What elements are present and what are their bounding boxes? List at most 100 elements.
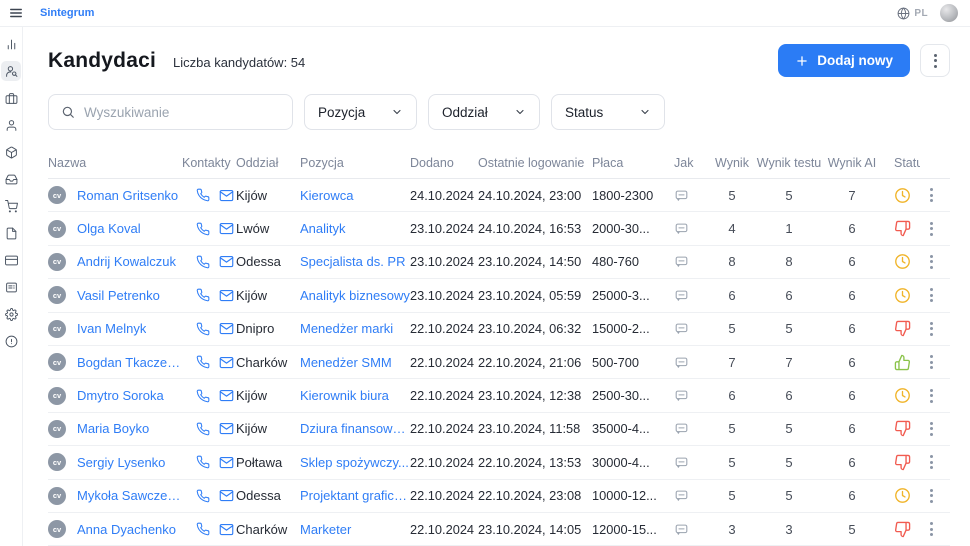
row-menu-button[interactable] bbox=[920, 255, 942, 269]
language-switcher[interactable]: PL bbox=[897, 7, 928, 20]
phone-icon[interactable] bbox=[196, 489, 210, 503]
position-link[interactable]: Sklep spożywczy... bbox=[300, 455, 410, 470]
sidebar-item-documents[interactable] bbox=[1, 223, 21, 243]
comment-icon[interactable] bbox=[674, 355, 689, 370]
cv-badge[interactable]: cv bbox=[48, 453, 66, 471]
sidebar-item-employees[interactable] bbox=[1, 115, 21, 135]
mail-icon[interactable] bbox=[219, 522, 234, 537]
mail-icon[interactable] bbox=[219, 221, 234, 236]
user-avatar[interactable] bbox=[940, 4, 958, 22]
sidebar-item-vacancies[interactable] bbox=[1, 88, 21, 108]
sidebar-item-inventory[interactable] bbox=[1, 142, 21, 162]
row-menu-button[interactable] bbox=[920, 422, 942, 436]
mail-icon[interactable] bbox=[219, 488, 234, 503]
status-filter-dropdown[interactable]: Status bbox=[551, 94, 665, 130]
cv-badge[interactable]: cv bbox=[48, 520, 66, 538]
cv-badge[interactable]: cv bbox=[48, 220, 66, 238]
phone-icon[interactable] bbox=[196, 188, 210, 202]
candidate-name-link[interactable]: Maria Boyko bbox=[77, 421, 149, 436]
approved-status-icon[interactable] bbox=[894, 354, 911, 371]
row-menu-button[interactable] bbox=[920, 222, 942, 236]
sidebar-item-settings[interactable] bbox=[1, 304, 21, 324]
hamburger-menu-icon[interactable] bbox=[6, 3, 26, 23]
phone-icon[interactable] bbox=[196, 522, 210, 536]
add-new-button[interactable]: Dodaj nowy bbox=[778, 44, 910, 77]
rejected-status-icon[interactable] bbox=[894, 220, 911, 237]
search-input[interactable] bbox=[84, 105, 280, 120]
comment-icon[interactable] bbox=[674, 221, 689, 236]
row-menu-button[interactable] bbox=[920, 389, 942, 403]
row-menu-button[interactable] bbox=[920, 188, 942, 202]
position-link[interactable]: Analityk bbox=[300, 221, 410, 236]
position-link[interactable]: Marketer bbox=[300, 522, 410, 537]
cv-badge[interactable]: cv bbox=[48, 320, 66, 338]
candidate-name-link[interactable]: Anna Dyachenko bbox=[77, 522, 176, 537]
mail-icon[interactable] bbox=[219, 421, 234, 436]
position-link[interactable]: Menedżer marki bbox=[300, 321, 410, 336]
position-link[interactable]: Specjalista ds. PR bbox=[300, 254, 410, 269]
row-menu-button[interactable] bbox=[920, 322, 942, 336]
mail-icon[interactable] bbox=[219, 388, 234, 403]
comment-icon[interactable] bbox=[674, 188, 689, 203]
position-link[interactable]: Projektant graficzny bbox=[300, 488, 410, 503]
phone-icon[interactable] bbox=[196, 288, 210, 302]
cv-badge[interactable]: cv bbox=[48, 353, 66, 371]
sidebar-item-statistics[interactable] bbox=[1, 34, 21, 54]
candidate-name-link[interactable]: Sergiy Lysenko bbox=[77, 455, 165, 470]
sidebar-item-reports[interactable] bbox=[1, 277, 21, 297]
position-link[interactable]: Menedżer SMM bbox=[300, 355, 410, 370]
phone-icon[interactable] bbox=[196, 255, 210, 269]
pending-status-icon[interactable] bbox=[894, 187, 911, 204]
pending-status-icon[interactable] bbox=[894, 487, 911, 504]
mail-icon[interactable] bbox=[219, 288, 234, 303]
phone-icon[interactable] bbox=[196, 455, 210, 469]
brand-logo[interactable]: Sintegrum bbox=[40, 7, 94, 19]
candidate-name-link[interactable]: Olga Koval bbox=[77, 221, 141, 236]
pending-status-icon[interactable] bbox=[894, 253, 911, 270]
sidebar-item-inbox[interactable] bbox=[1, 169, 21, 189]
position-link[interactable]: Analityk biznesowy bbox=[300, 288, 410, 303]
mail-icon[interactable] bbox=[219, 355, 234, 370]
cv-badge[interactable]: cv bbox=[48, 420, 66, 438]
comment-icon[interactable] bbox=[674, 254, 689, 269]
cv-badge[interactable]: cv bbox=[48, 487, 66, 505]
rejected-status-icon[interactable] bbox=[894, 320, 911, 337]
phone-icon[interactable] bbox=[196, 322, 210, 336]
page-more-button[interactable] bbox=[920, 44, 950, 77]
position-link[interactable]: Dziura finansowa... bbox=[300, 421, 410, 436]
comment-icon[interactable] bbox=[674, 321, 689, 336]
comment-icon[interactable] bbox=[674, 388, 689, 403]
rejected-status-icon[interactable] bbox=[894, 454, 911, 471]
comment-icon[interactable] bbox=[674, 288, 689, 303]
sidebar-item-candidates[interactable] bbox=[1, 61, 21, 81]
rejected-status-icon[interactable] bbox=[894, 420, 911, 437]
mail-icon[interactable] bbox=[219, 188, 234, 203]
phone-icon[interactable] bbox=[196, 389, 210, 403]
candidate-name-link[interactable]: Roman Gritsenko bbox=[77, 188, 178, 203]
comment-icon[interactable] bbox=[674, 522, 689, 537]
candidate-name-link[interactable]: Andrij Kowalczuk bbox=[77, 254, 176, 269]
candidate-name-link[interactable]: Mykoła Sawczenko bbox=[77, 488, 182, 503]
phone-icon[interactable] bbox=[196, 422, 210, 436]
sidebar-item-purchases[interactable] bbox=[1, 196, 21, 216]
branch-filter-dropdown[interactable]: Oddział bbox=[428, 94, 540, 130]
sidebar-item-payments[interactable] bbox=[1, 250, 21, 270]
comment-icon[interactable] bbox=[674, 488, 689, 503]
row-menu-button[interactable] bbox=[920, 288, 942, 302]
rejected-status-icon[interactable] bbox=[894, 521, 911, 538]
comment-icon[interactable] bbox=[674, 421, 689, 436]
pending-status-icon[interactable] bbox=[894, 387, 911, 404]
cv-badge[interactable]: cv bbox=[48, 286, 66, 304]
row-menu-button[interactable] bbox=[920, 489, 942, 503]
position-link[interactable]: Kierowca bbox=[300, 188, 410, 203]
candidate-name-link[interactable]: Vasil Petrenko bbox=[77, 288, 160, 303]
phone-icon[interactable] bbox=[196, 355, 210, 369]
candidate-name-link[interactable]: Ivan Melnyk bbox=[77, 321, 146, 336]
cv-badge[interactable]: cv bbox=[48, 186, 66, 204]
mail-icon[interactable] bbox=[219, 254, 234, 269]
pending-status-icon[interactable] bbox=[894, 287, 911, 304]
candidate-name-link[interactable]: Bogdan Tkaczenko bbox=[77, 355, 182, 370]
cv-badge[interactable]: cv bbox=[48, 387, 66, 405]
sidebar-item-help[interactable] bbox=[1, 331, 21, 351]
position-filter-dropdown[interactable]: Pozycja bbox=[304, 94, 417, 130]
